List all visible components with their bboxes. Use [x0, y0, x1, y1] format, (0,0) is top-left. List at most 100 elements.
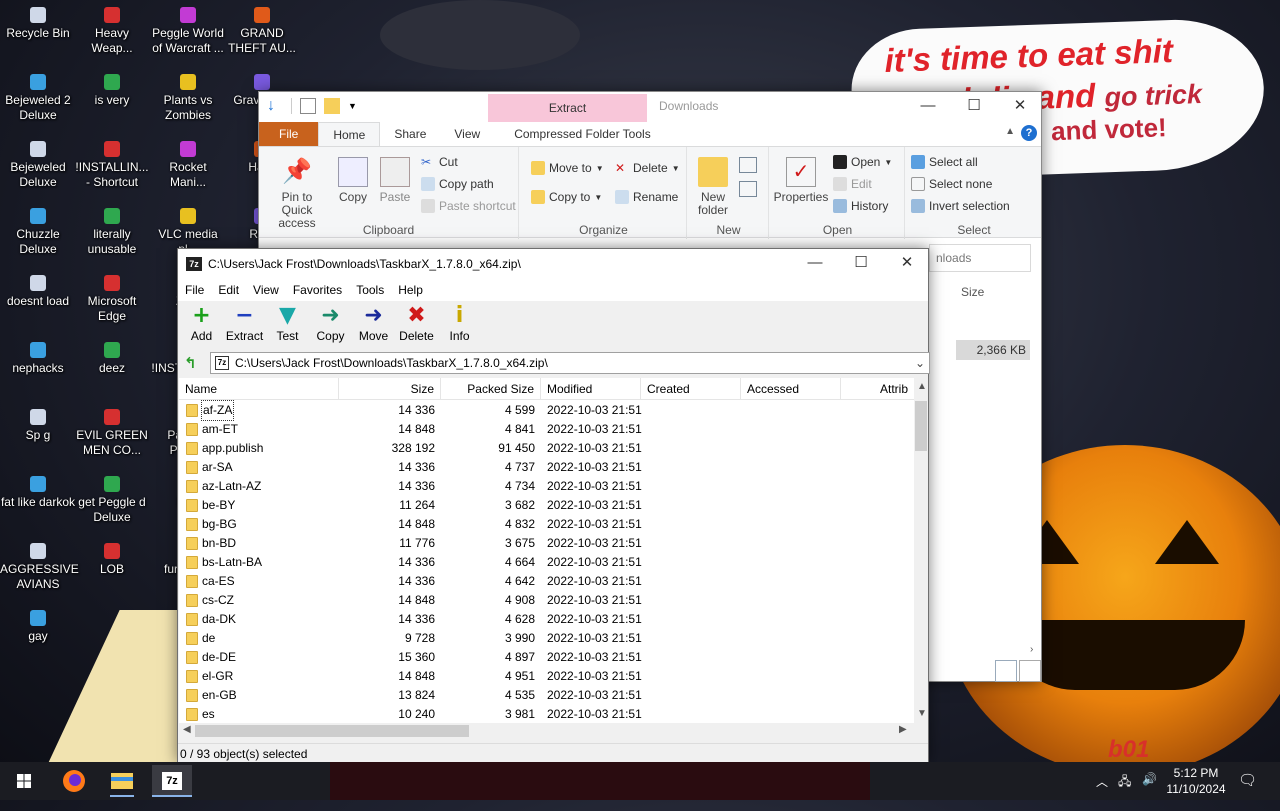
menu-help[interactable]: Help — [391, 279, 430, 301]
search-input[interactable]: nloads — [929, 244, 1031, 272]
desktop-icon[interactable]: Chuzzle Deluxe — [0, 208, 76, 257]
toolbar-test-button[interactable]: ▼ Test — [266, 301, 309, 347]
table-row[interactable]: da-DK 14 336 4 628 2022-10-03 21:51 — [179, 610, 914, 629]
table-row[interactable]: be-BY 11 264 3 682 2022-10-03 21:51 — [179, 496, 914, 515]
tab-compressed-folder-tools[interactable]: Compressed Folder Tools — [500, 122, 665, 146]
desktop-icon[interactable]: EVIL GREEN MEN CO... — [74, 409, 150, 458]
toolbar-delete-button[interactable]: ✖ Delete — [395, 301, 438, 347]
minimize-icon[interactable]: — — [905, 92, 951, 122]
qat-dropdown-icon[interactable]: ▼ — [348, 98, 364, 114]
scroll-left-icon[interactable]: ◀ — [183, 724, 191, 735]
desktop-icon[interactable]: literally unusable — [74, 208, 150, 257]
select-all-button[interactable]: Select all — [911, 155, 978, 169]
desktop-icon[interactable]: AGGRESSIVE AVIANS — [0, 543, 79, 592]
column-header-packed-size[interactable]: Packed Size — [441, 378, 541, 400]
start-icon[interactable] — [4, 765, 44, 797]
new-folder-button[interactable]: New folder — [693, 157, 733, 217]
desktop-icon[interactable]: Microsoft Edge — [74, 275, 150, 324]
properties-button[interactable]: ✓ Properties — [773, 157, 829, 204]
desktop-icon[interactable]: gay — [0, 610, 76, 644]
table-row[interactable]: ca-ES 14 336 4 642 2022-10-03 21:51 — [179, 572, 914, 591]
7zip-vertical-scrollbar[interactable]: ▲ ▼ — [914, 378, 928, 722]
table-row[interactable]: bg-BG 14 848 4 832 2022-10-03 21:51 — [179, 515, 914, 534]
explorer-titlebar[interactable]: ↓ ▼ Extract Downloads — ☐ ✕ — [259, 92, 1041, 122]
tab-share[interactable]: Share — [380, 122, 440, 146]
desktop-icon[interactable]: Recycle Bin — [0, 7, 76, 41]
network-icon[interactable]: 🖧 — [1118, 772, 1131, 810]
table-row[interactable]: app.publish 328 192 91 450 2022-10-03 21:51 — [179, 439, 914, 458]
new-folder-qat-icon[interactable] — [324, 98, 340, 114]
toolbar-add-button[interactable]: + Add — [180, 301, 223, 347]
copy-button[interactable]: Copy — [333, 157, 373, 204]
copy-to-button[interactable]: Copy to ▼ — [531, 190, 602, 204]
desktop-icon[interactable]: LOB — [74, 543, 150, 577]
column-header-created[interactable]: Created — [641, 378, 741, 400]
tab-home[interactable]: Home — [318, 122, 381, 146]
help-icon[interactable]: ? — [1021, 125, 1037, 141]
toolbar-move-button[interactable]: ➜ Move — [352, 301, 395, 347]
desktop-icon[interactable]: GRAND THEFT AU... — [224, 7, 300, 56]
file-explorer-icon[interactable] — [102, 765, 142, 797]
checkbox-qat-icon[interactable] — [300, 98, 316, 114]
desktop-icon[interactable]: Plants vs Zombies — [150, 74, 226, 123]
menu-tools[interactable]: Tools — [349, 279, 391, 301]
desktop-icon[interactable]: Peggle World of Warcraft ... — [150, 7, 226, 56]
address-dropdown-icon[interactable]: ⌄ — [915, 353, 925, 373]
vscroll-thumb[interactable] — [915, 401, 927, 451]
clock[interactable]: 5:12 PM 11/10/2024 — [1166, 765, 1226, 803]
maximize-icon[interactable]: ☐ — [951, 92, 997, 122]
desktop-icon[interactable]: !INSTALLIN... - Shortcut — [74, 141, 150, 190]
desktop-icon[interactable]: deez — [74, 342, 150, 376]
contextual-tab-extract[interactable]: Extract — [488, 94, 647, 122]
menu-file[interactable]: File — [178, 279, 211, 301]
details-view-icon[interactable] — [995, 660, 1017, 682]
scroll-right-icon[interactable]: ▶ — [899, 724, 907, 735]
toolbar-extract-button[interactable]: − Extract — [223, 301, 266, 347]
hscroll-right-icon[interactable]: › — [1030, 644, 1033, 655]
scroll-up-icon[interactable]: ▲ — [917, 381, 927, 392]
edit-button[interactable]: Edit — [833, 177, 872, 191]
desktop-icon[interactable]: Bejeweled Deluxe — [0, 141, 76, 190]
table-row[interactable]: af-ZA 14 336 4 599 2022-10-03 21:51 — [179, 400, 914, 421]
column-header-size[interactable]: Size — [961, 285, 984, 299]
table-row[interactable]: bn-BD 11 776 3 675 2022-10-03 21:51 — [179, 534, 914, 553]
desktop-icon[interactable]: fat like darkok — [0, 476, 76, 510]
toolbar-info-button[interactable]: i Info — [438, 301, 481, 347]
column-header-modified[interactable]: Modified — [541, 378, 641, 400]
table-row[interactable]: cs-CZ 14 848 4 908 2022-10-03 21:51 — [179, 591, 914, 610]
properties-qat-icon[interactable]: ↓ — [267, 98, 283, 114]
desktop-icon[interactable]: is very — [74, 74, 150, 108]
table-row[interactable]: ar-SA 14 336 4 737 2022-10-03 21:51 — [179, 458, 914, 477]
desktop-icon[interactable]: doesnt load — [0, 275, 76, 309]
7zip-close-icon[interactable]: ✕ — [884, 249, 930, 279]
7zip-address-bar[interactable]: 7z C:\Users\Jack Frost\Downloads\Taskbar… — [210, 352, 930, 374]
history-button[interactable]: History — [833, 199, 888, 213]
7zip-taskbar-icon[interactable]: 7z — [152, 765, 192, 797]
cut-button[interactable]: ✂ Cut — [421, 155, 458, 169]
desktop-icon[interactable]: Rocket Mani... — [150, 141, 226, 190]
hscroll-thumb[interactable] — [195, 725, 469, 737]
folder-up-icon[interactable]: ↰ — [184, 355, 200, 371]
invert-selection-button[interactable]: Invert selection — [911, 199, 1010, 213]
desktop-icon[interactable]: Sp g — [0, 409, 76, 443]
toolbar-copy-button[interactable]: ➜ Copy — [309, 301, 352, 347]
7zip-titlebar[interactable]: 7z C:\Users\Jack Frost\Downloads\Taskbar… — [178, 249, 928, 279]
column-header-name[interactable]: Name — [179, 378, 339, 400]
show-hidden-icons-icon[interactable]: ︿ — [1096, 773, 1108, 811]
menu-favorites[interactable]: Favorites — [286, 279, 349, 301]
move-to-button[interactable]: Move to ▼ — [531, 161, 604, 175]
tab-view[interactable]: View — [440, 122, 494, 146]
menu-view[interactable]: View — [246, 279, 286, 301]
selected-file-size[interactable]: 2,366 KB — [956, 340, 1030, 360]
easy-access-icon[interactable] — [739, 181, 757, 197]
new-item-icon[interactable] — [739, 157, 757, 173]
select-none-button[interactable]: Select none — [911, 177, 992, 191]
firefox-icon[interactable] — [54, 765, 94, 797]
column-header-attrib[interactable]: Attrib — [841, 378, 914, 400]
paste-shortcut-button[interactable]: Paste shortcut — [421, 199, 516, 213]
desktop-icon[interactable]: nephacks — [0, 342, 76, 376]
table-row[interactable]: de-DE 15 360 4 897 2022-10-03 21:51 — [179, 648, 914, 667]
7zip-maximize-icon[interactable]: ☐ — [838, 249, 884, 279]
volume-icon[interactable]: 🔊 — [1142, 772, 1157, 810]
table-row[interactable]: az-Latn-AZ 14 336 4 734 2022-10-03 21:51 — [179, 477, 914, 496]
